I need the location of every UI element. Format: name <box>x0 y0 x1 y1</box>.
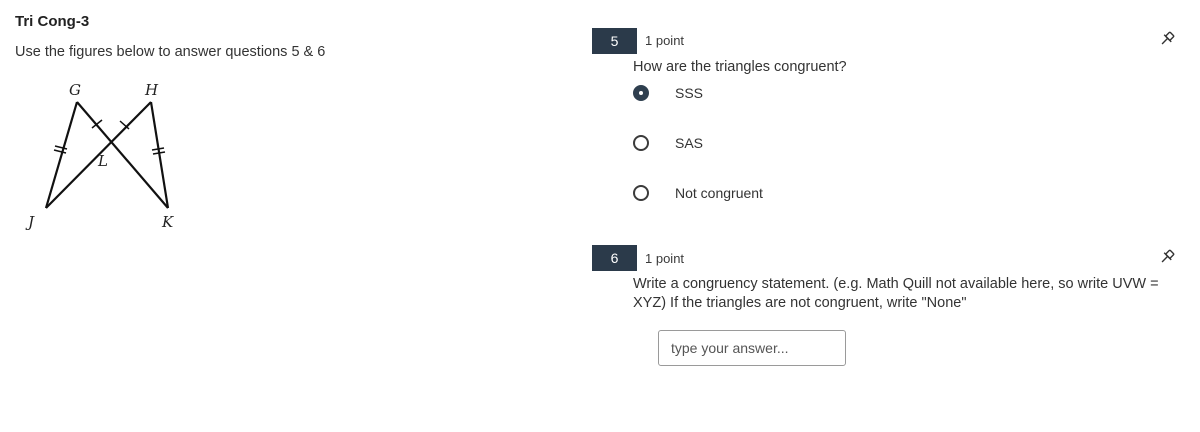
radio-button-selected[interactable] <box>633 85 649 101</box>
question-number-badge: 5 <box>592 28 637 54</box>
vertex-label-j: J <box>25 213 35 231</box>
option-label: Not congruent <box>675 185 763 201</box>
question-prompt-line: Write a congruency statement. (e.g. Math… <box>633 276 1159 292</box>
option-not-congruent[interactable]: Not congruent <box>633 181 763 205</box>
triangle-figure: G H L J K <box>20 76 200 236</box>
vertex-label-k: K <box>161 213 174 231</box>
section-instructions: Use the figures below to answer question… <box>15 44 326 60</box>
section-title: Tri Cong-3 <box>15 13 90 30</box>
tick-mark <box>151 147 165 151</box>
radio-button[interactable] <box>633 135 649 151</box>
tick-mark <box>152 151 166 155</box>
pin-icon[interactable] <box>1158 30 1176 48</box>
question-prompt-line: XYZ) If the triangles are not congruent,… <box>633 295 967 311</box>
question-prompt: How are the triangles congruent? <box>633 59 847 75</box>
vertex-label-h: H <box>144 81 159 99</box>
vertex-label-l: L <box>97 152 108 170</box>
radio-button[interactable] <box>633 185 649 201</box>
question-points: 1 point <box>645 33 685 48</box>
pin-icon[interactable] <box>1158 248 1176 266</box>
question-points: 1 point <box>645 251 685 266</box>
answer-input[interactable] <box>658 330 846 366</box>
option-label: SAS <box>675 135 704 151</box>
tick-mark <box>54 145 68 150</box>
option-sss[interactable]: SSS <box>633 81 703 105</box>
option-label: SSS <box>675 85 704 101</box>
vertex-label-g: G <box>69 81 81 99</box>
tick-mark <box>53 149 67 154</box>
quiz-page: Tri Cong-3 Use the figures below to answ… <box>0 0 1200 432</box>
option-sas[interactable]: SAS <box>633 131 703 155</box>
question-number-badge: 6 <box>592 245 637 271</box>
triangle-diagram: G H L J K <box>25 81 174 231</box>
question-prompt: Write a congruency statement. (e.g. Math… <box>633 275 1178 313</box>
